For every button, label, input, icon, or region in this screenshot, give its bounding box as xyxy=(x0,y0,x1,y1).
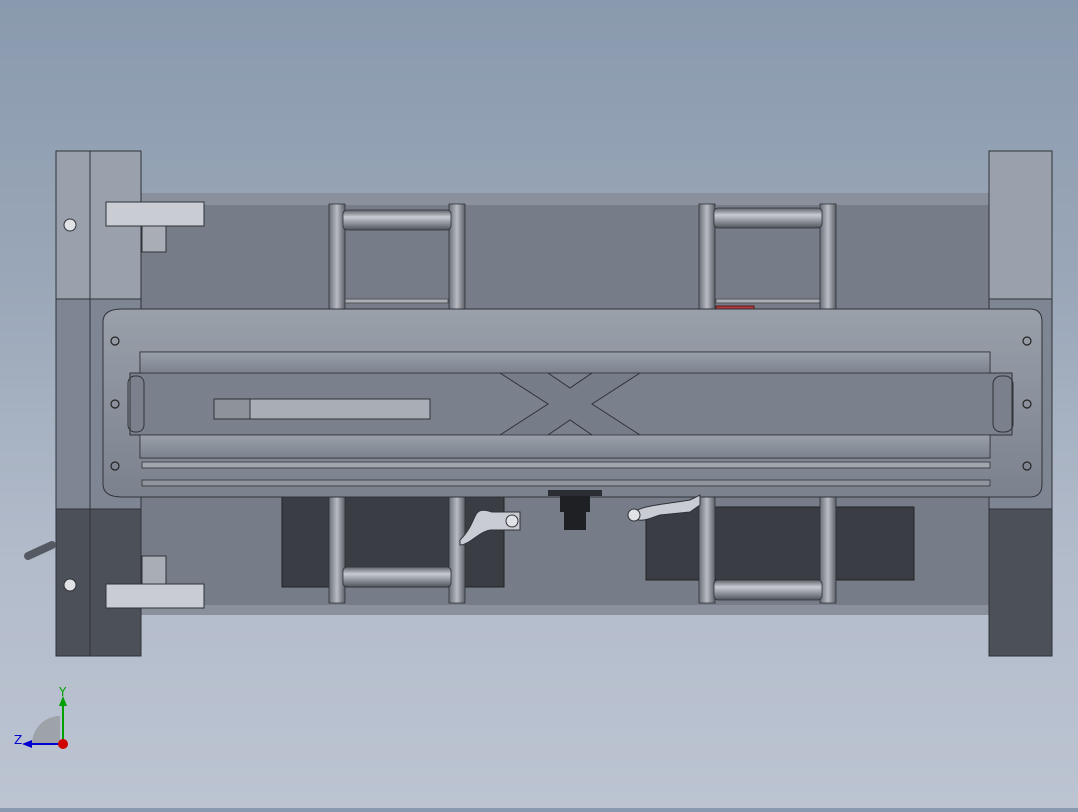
clamp-handle[interactable] xyxy=(24,541,56,560)
orientation-triad[interactable]: Y Z xyxy=(10,684,80,754)
y-axis-label: Y xyxy=(58,685,67,699)
motor-block-right[interactable] xyxy=(645,506,915,581)
z-axis-arrow xyxy=(22,740,32,748)
cad-viewport[interactable]: Y Z xyxy=(0,0,1078,808)
assembly-drawing[interactable] xyxy=(0,0,1078,808)
triad-arc xyxy=(32,716,60,744)
linkage-right-pin xyxy=(627,508,641,522)
linkage-left-pin xyxy=(505,514,519,528)
z-axis-label: Z xyxy=(14,733,22,747)
x-axis-dot xyxy=(58,739,68,749)
linear-slider[interactable] xyxy=(213,398,431,420)
